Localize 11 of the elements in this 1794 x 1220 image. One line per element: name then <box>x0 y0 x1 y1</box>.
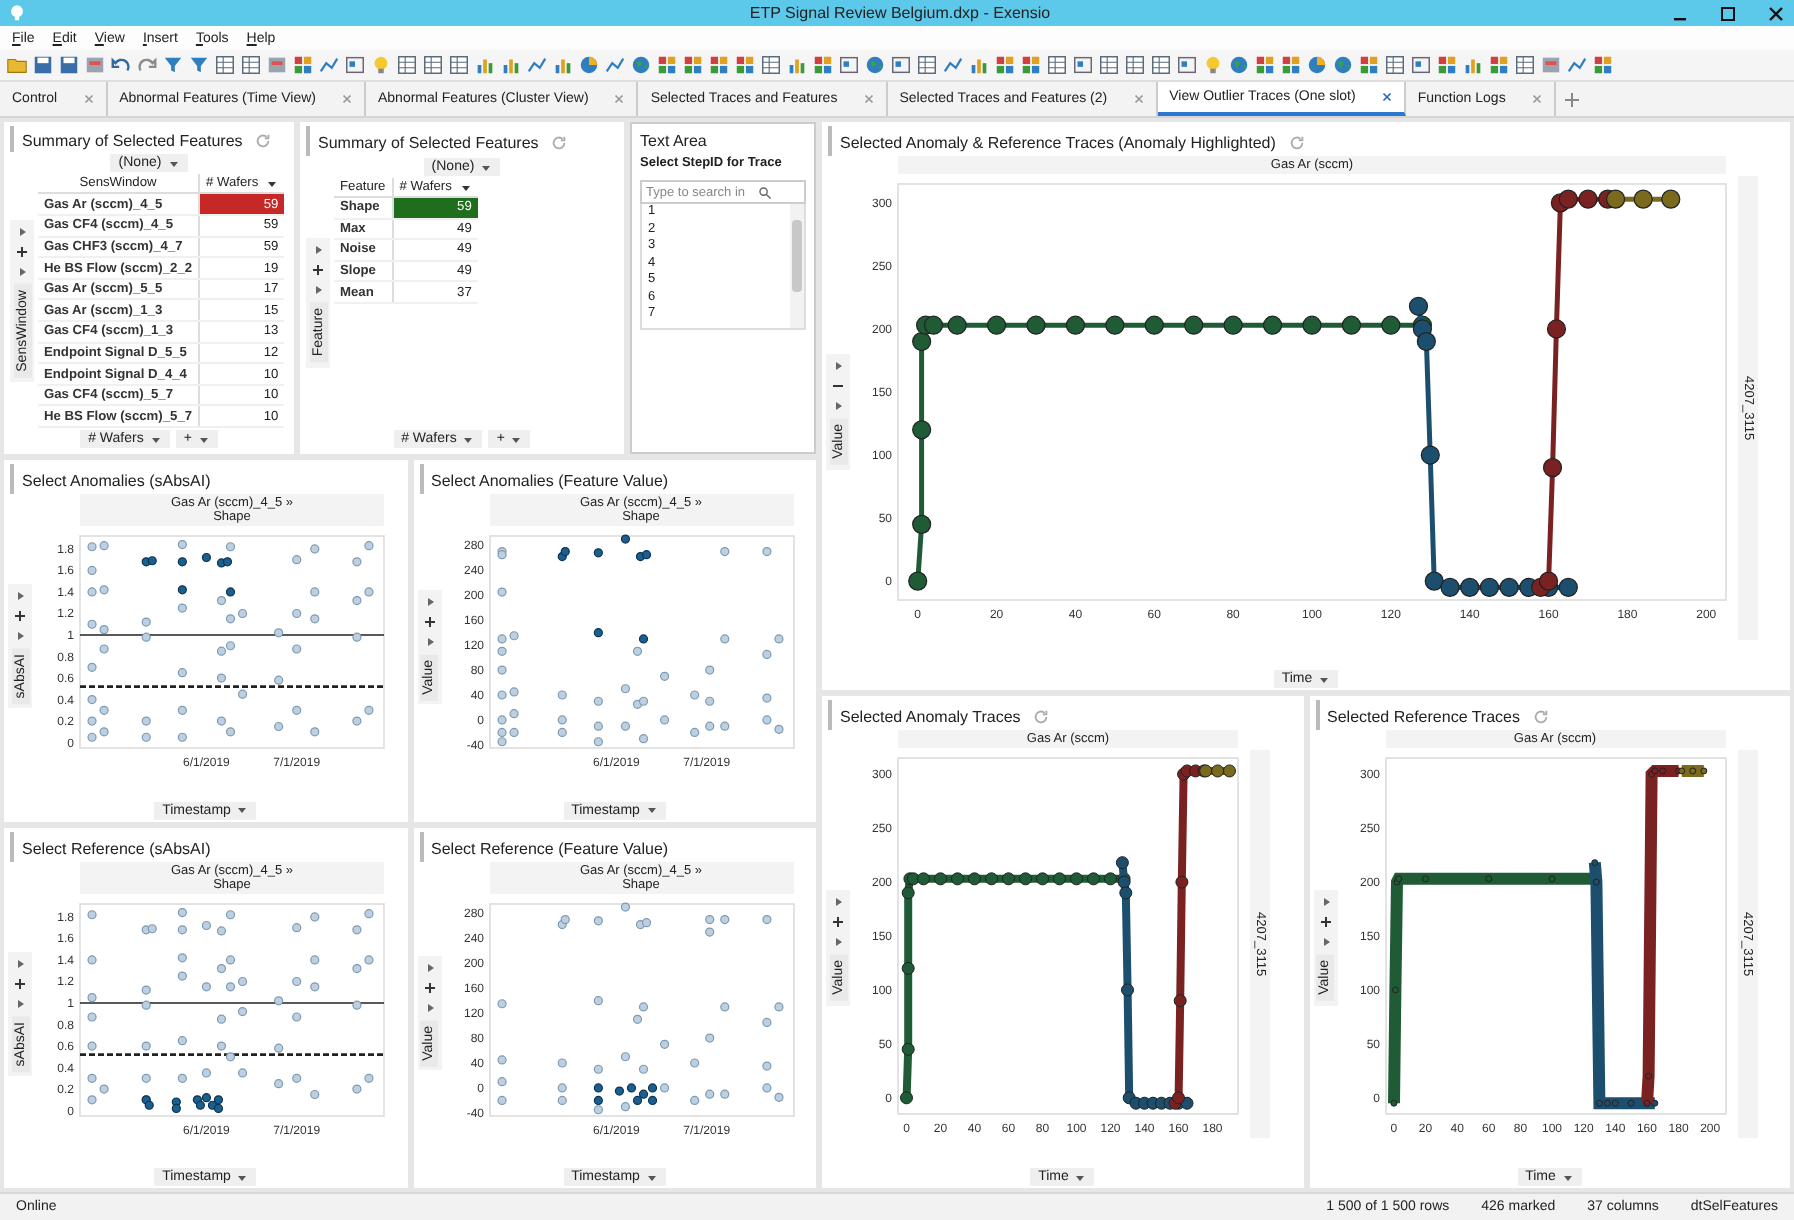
window-title: ETP Signal Review Belgium.dxp - Exensio <box>747 4 1053 22</box>
panel-title: Selected Anomaly & Reference Traces (Anomaly Highlighted) <box>840 134 1276 152</box>
panel-title: Select Anomalies (Feature Value) <box>431 472 669 490</box>
panel-title: Selected Anomaly Traces <box>840 708 1021 726</box>
panel-title: Select Anomalies (sAbsAI) <box>22 472 211 490</box>
panel-title: Selected Reference Traces <box>1327 708 1520 726</box>
panel-title: Text Area <box>640 132 709 150</box>
panel-title: Summary of Selected Features <box>22 132 243 151</box>
panel-title: Summary of Selected Features <box>318 134 539 152</box>
panel-title: Select Reference (sAbsAI) <box>22 839 211 857</box>
panel-title: Select Reference (Feature Value) <box>431 839 669 857</box>
